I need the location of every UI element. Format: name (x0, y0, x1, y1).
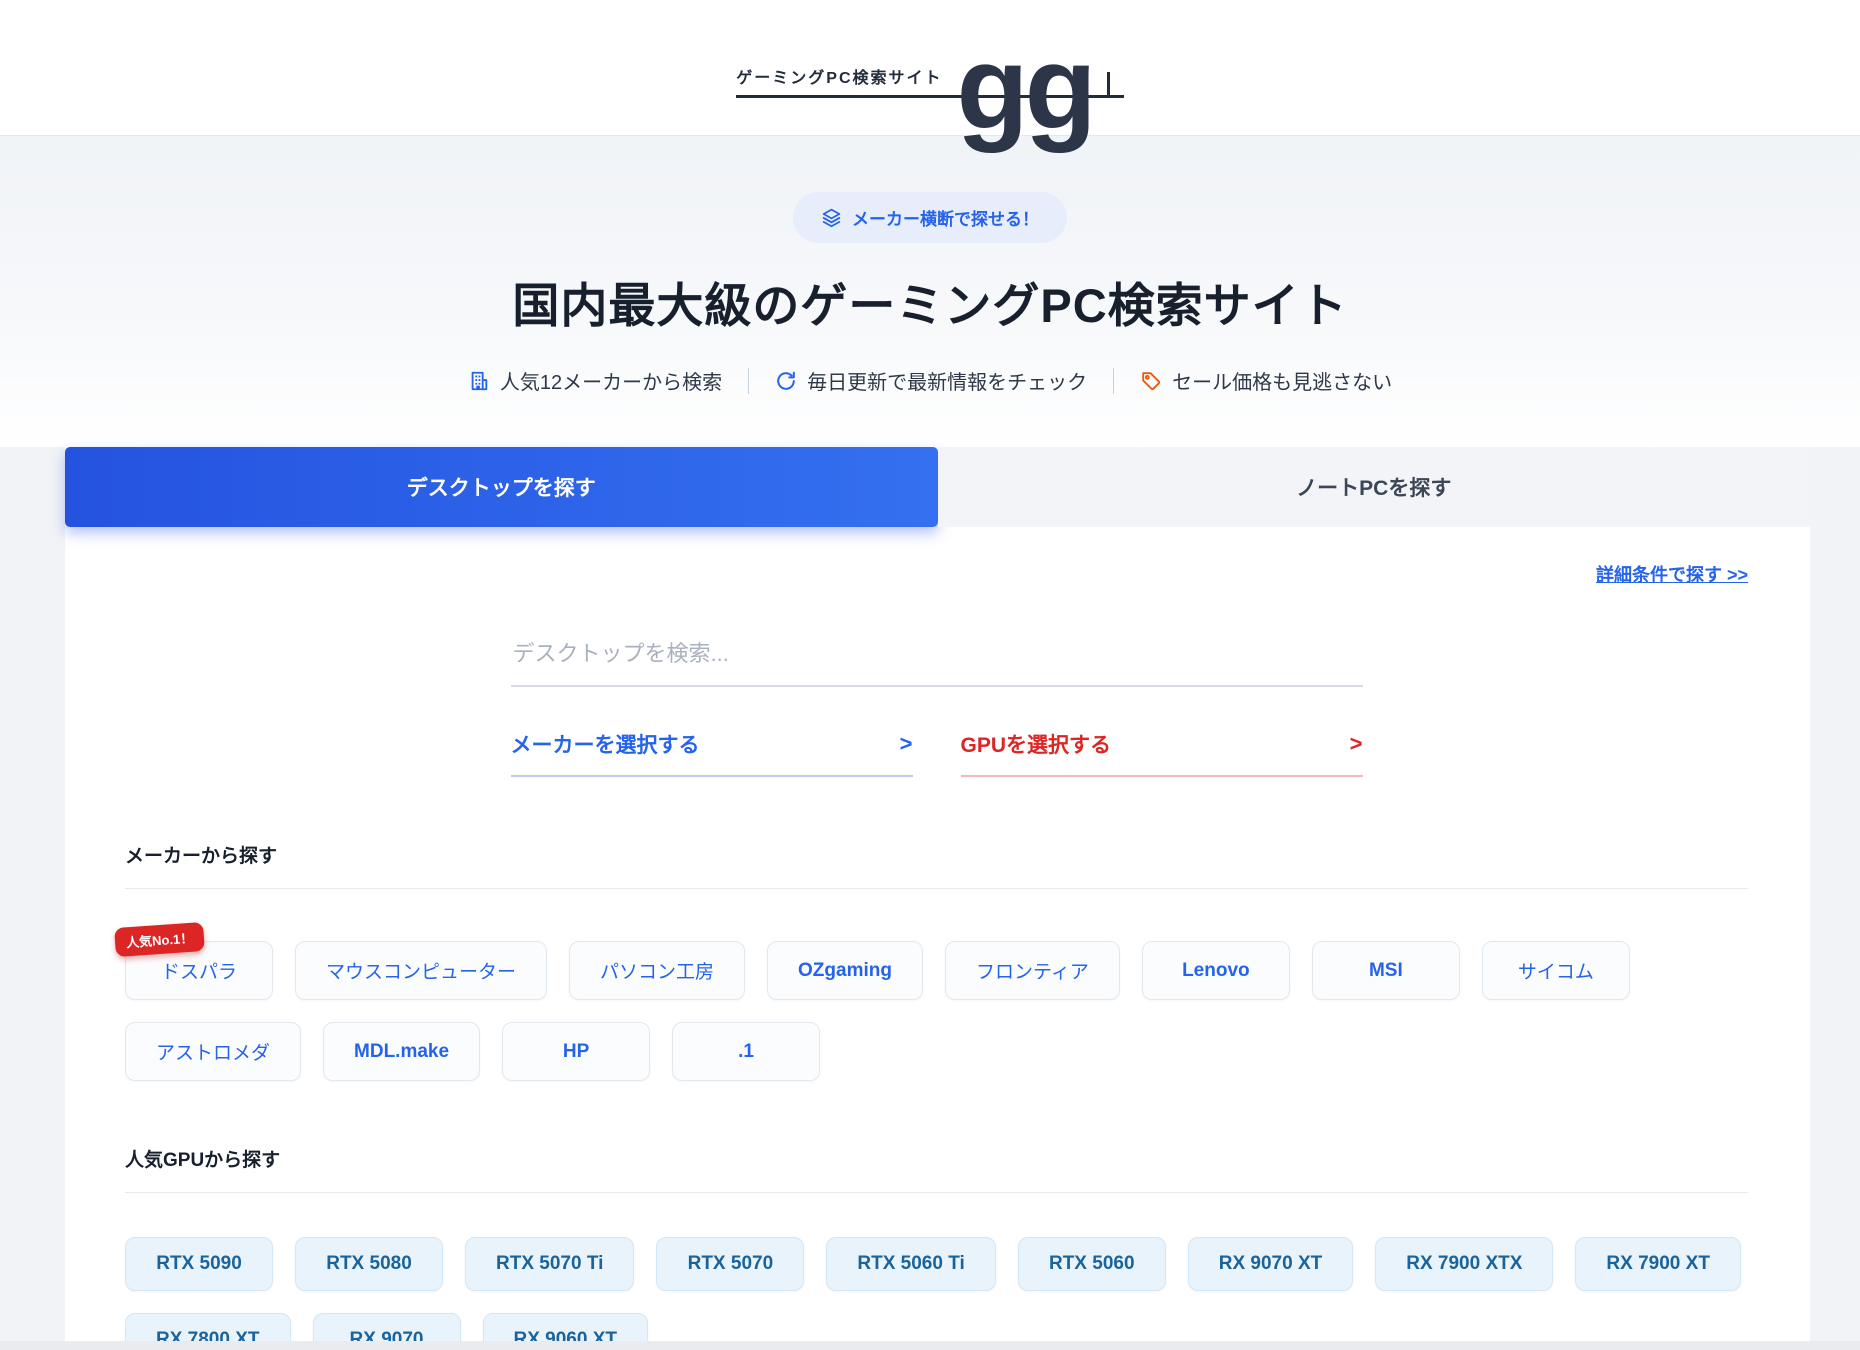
gpu-chip-label: RX 9070 XT (1219, 1253, 1323, 1275)
gpu-select-label: GPUを選択する (961, 729, 1112, 759)
gpu-chip-label: RX 7900 XT (1606, 1253, 1710, 1275)
maker-chip-sycom[interactable]: サイコム (1482, 941, 1630, 1000)
site-header: ゲーミングPC検索サイト gg (0, 0, 1860, 136)
maker-chip-label: フロンティア (976, 957, 1089, 984)
maker-chip-lenovo[interactable]: Lenovo (1142, 941, 1290, 1000)
gpu-chip-label: RTX 5070 (688, 1253, 774, 1275)
cross-maker-badge-label: メーカー横断で探せる！ (852, 205, 1039, 230)
advanced-link-row: 詳細条件で探す >> (125, 561, 1748, 587)
feature-daily-update-label: 毎日更新で最新情報をチェック (807, 366, 1087, 395)
feature-sale-label: セール価格も見逃さない (1172, 366, 1392, 395)
maker-chip-hp[interactable]: HP (502, 1022, 650, 1081)
feature-sale: セール価格も見逃さない (1140, 366, 1392, 395)
maker-section: メーカーから探す 人気No.1！ ドスパラ マウスコンピューター パソコン工房 … (125, 841, 1748, 1081)
maker-chip-label: Lenovo (1182, 960, 1250, 982)
maker-chip-label: ドスパラ (161, 957, 237, 984)
feature-makers-label: 人気12メーカーから検索 (500, 366, 722, 395)
section-divider (125, 888, 1748, 889)
gpu-chip-rtx5090[interactable]: RTX 5090 (125, 1237, 273, 1291)
refresh-icon (775, 370, 797, 392)
chevron-right-icon: > (900, 731, 913, 757)
maker-chip-dospara[interactable]: 人気No.1！ ドスパラ (125, 941, 273, 1000)
maker-chip-label: MSI (1369, 960, 1403, 982)
maker-chip-label: パソコン工房 (600, 957, 714, 984)
maker-chip-label: OZgaming (798, 960, 892, 982)
feature-list: 人気12メーカーから検索 毎日更新で最新情報をチェック セール価格も見逃さない (0, 366, 1860, 395)
tab-notebook[interactable]: ノートPCを探す (938, 447, 1811, 527)
logo-text: gg (957, 52, 1093, 125)
gpu-select-button[interactable]: GPUを選択する > (961, 729, 1363, 777)
tag-icon (1140, 370, 1162, 392)
maker-chip-label: マウスコンピューター (326, 957, 516, 984)
feature-divider (1113, 368, 1114, 394)
gpu-chip-label: RTX 5080 (326, 1253, 412, 1275)
maker-select-label: メーカーを選択する (511, 729, 700, 759)
search-area (511, 633, 1363, 687)
maker-chip-astromeda[interactable]: アストロメダ (125, 1022, 301, 1081)
layers-icon (821, 207, 842, 228)
search-card: デスクトップを探す ノートPCを探す 詳細条件で探す >> メーカーを選択する … (65, 447, 1810, 1350)
advanced-search-link[interactable]: 詳細条件で探す >> (1596, 565, 1748, 585)
maker-chip-label: サイコム (1518, 957, 1594, 984)
gpu-chip-rtx5080[interactable]: RTX 5080 (295, 1237, 443, 1291)
feature-daily-update: 毎日更新で最新情報をチェック (775, 366, 1087, 395)
tab-desktop[interactable]: デスクトップを探す (65, 447, 938, 527)
maker-chip-dot1[interactable]: .1 (672, 1022, 820, 1081)
gpu-chip-rx7900xt[interactable]: RX 7900 XT (1575, 1237, 1741, 1291)
gpu-chip-rx7900xtx[interactable]: RX 7900 XTX (1375, 1237, 1553, 1291)
building-icon (468, 370, 490, 392)
maker-chip-label: MDL.make (354, 1041, 449, 1063)
hero-section: メーカー横断で探せる！ 国内最大級のゲーミングPC検索サイト 人気12メーカーか… (0, 136, 1860, 447)
maker-chip-label: アストロメダ (156, 1038, 270, 1065)
gpu-chip-list: RTX 5090 RTX 5080 RTX 5070 Ti RTX 5070 R… (125, 1237, 1748, 1350)
maker-select-button[interactable]: メーカーを選択する > (511, 729, 913, 777)
maker-chip-ozgaming[interactable]: OZgaming (767, 941, 923, 1000)
maker-chip-msi[interactable]: MSI (1312, 941, 1460, 1000)
search-content: 詳細条件で探す >> メーカーを選択する > GPUを選択する > メーカーから… (65, 527, 1810, 1350)
feature-divider (748, 368, 749, 394)
gpu-chip-label: RTX 5060 Ti (857, 1253, 964, 1275)
maker-chip-frontier[interactable]: フロンティア (945, 941, 1120, 1000)
device-tabs: デスクトップを探す ノートPCを探す (65, 447, 1810, 527)
page-title: 国内最大級のゲーミングPC検索サイト (0, 267, 1860, 336)
gpu-section-title: 人気GPUから探す (125, 1145, 1748, 1172)
section-divider (125, 1192, 1748, 1193)
select-row: メーカーを選択する > GPUを選択する > (511, 729, 1363, 777)
chevron-right-icon: > (1350, 731, 1363, 757)
gpu-chip-label: RTX 5090 (156, 1253, 242, 1275)
maker-chip-pckoubou[interactable]: パソコン工房 (569, 941, 745, 1000)
cross-maker-badge: メーカー横断で探せる！ (793, 192, 1067, 243)
popular-no1-badge: 人気No.1！ (114, 922, 205, 957)
logo-tagline: ゲーミングPC検索サイト (736, 64, 956, 88)
gpu-chip-rtx5070[interactable]: RTX 5070 (656, 1237, 804, 1291)
gpu-chip-label: RX 7900 XTX (1406, 1253, 1522, 1275)
gpu-chip-label: RTX 5060 (1049, 1253, 1135, 1275)
feature-makers: 人気12メーカーから検索 (468, 366, 722, 395)
gpu-chip-rtx5060[interactable]: RTX 5060 (1018, 1237, 1166, 1291)
site-logo[interactable]: ゲーミングPC検索サイト gg (736, 8, 1123, 128)
search-input[interactable] (511, 633, 1363, 687)
gpu-section: 人気GPUから探す RTX 5090 RTX 5080 RTX 5070 Ti … (125, 1145, 1748, 1350)
maker-chip-label: .1 (738, 1041, 754, 1063)
maker-chip-mdlmake[interactable]: MDL.make (323, 1022, 480, 1081)
gpu-chip-rtx5070ti[interactable]: RTX 5070 Ti (465, 1237, 634, 1291)
gpu-chip-rx9070xt[interactable]: RX 9070 XT (1188, 1237, 1354, 1291)
maker-section-title: メーカーから探す (125, 841, 1748, 868)
maker-chip-list: 人気No.1！ ドスパラ マウスコンピューター パソコン工房 OZgaming … (125, 941, 1748, 1081)
maker-chip-label: HP (563, 1041, 589, 1063)
maker-chip-mouse[interactable]: マウスコンピューター (295, 941, 547, 1000)
page-bottom-strip (0, 1341, 1860, 1350)
gpu-chip-rtx5060ti[interactable]: RTX 5060 Ti (826, 1237, 995, 1291)
gpu-chip-label: RTX 5070 Ti (496, 1253, 603, 1275)
